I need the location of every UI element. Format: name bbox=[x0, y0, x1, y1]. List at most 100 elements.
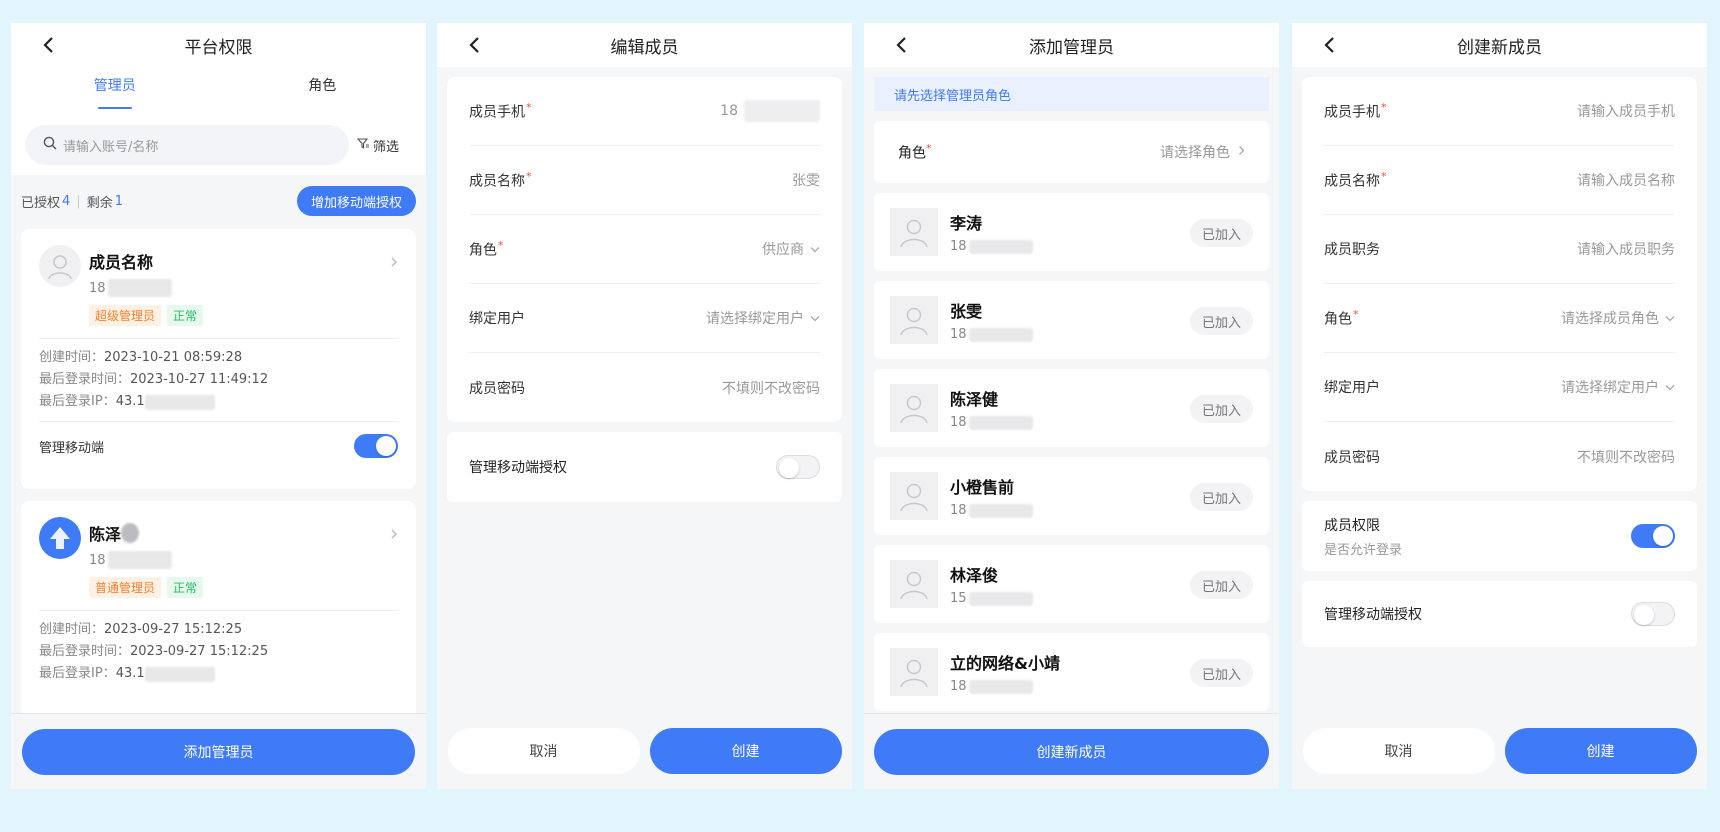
admin-card-header: 成员名称 18 超级管理员 正常 bbox=[39, 245, 398, 326]
required-mark: * bbox=[526, 169, 532, 183]
avatar bbox=[890, 384, 938, 432]
back-arrow-icon[interactable] bbox=[465, 35, 485, 55]
selected-role: 供应商 bbox=[762, 242, 804, 258]
mobile-auth-switch[interactable] bbox=[1631, 602, 1675, 626]
member-list-item[interactable]: 李涛 18 已加入 bbox=[874, 193, 1269, 271]
created-time: 2023-09-27 15:12:25 bbox=[104, 622, 243, 637]
member-name: 成员名称 bbox=[89, 253, 154, 272]
last-login-time: 2023-10-27 11:49:12 bbox=[130, 372, 269, 387]
add-admin-screen: 添加管理员 请先选择管理员角色 角色* 请选择角色 李涛 18 已加入 张雯 18 已加入… bbox=[864, 23, 1279, 789]
page-title: 创建新成员 bbox=[1457, 37, 1542, 58]
create-new-member-button[interactable]: 创建新成员 bbox=[874, 728, 1269, 775]
member-name: 小橙售前 bbox=[950, 478, 1015, 497]
member-list-item[interactable]: 立的网络&小靖 18 已加入 bbox=[874, 633, 1269, 711]
member-list-item[interactable]: 小橙售前 18 已加入 bbox=[874, 457, 1269, 535]
ip-label: 最后登录IP： bbox=[39, 666, 116, 681]
tab-roles[interactable]: 角色 bbox=[219, 67, 427, 115]
field-label: 成员名称* bbox=[469, 170, 532, 191]
field-label: 成员密码 bbox=[469, 380, 525, 397]
bottom-bar: 创建新成员 bbox=[864, 713, 1279, 789]
password-field[interactable]: 成员密码 不填则不改密码 bbox=[469, 353, 820, 422]
create-button[interactable]: 创建 bbox=[1504, 728, 1697, 774]
tab-admins[interactable]: 管理员 bbox=[11, 67, 219, 115]
phone-field[interactable]: 成员手机* 18 bbox=[469, 77, 820, 146]
cancel-button[interactable]: 取消 bbox=[447, 728, 640, 774]
masked-phone bbox=[968, 679, 1033, 694]
job-title-field[interactable]: 成员职务 请输入成员职务 bbox=[1324, 215, 1675, 284]
authorization-stats: 已授权 4 | 剩余 1 增加移动端授权 bbox=[11, 175, 426, 227]
mobile-auth-label: 管理移动端授权 bbox=[1324, 607, 1422, 623]
password-field[interactable]: 成员密码 不填则不改密码 bbox=[1324, 422, 1675, 491]
member-list-item[interactable]: 林泽俊 15 已加入 bbox=[874, 545, 1269, 623]
created-label: 创建时间： bbox=[39, 350, 105, 365]
role-select[interactable]: 角色* 请选择成员角色 bbox=[1324, 284, 1675, 353]
member-phone: 18 bbox=[950, 503, 1033, 518]
mobile-auth-row: 管理移动端授权 bbox=[1302, 581, 1697, 647]
stat-separator: | bbox=[76, 193, 81, 209]
add-admin-button[interactable]: 添加管理员 bbox=[22, 728, 415, 775]
chevron-right-icon bbox=[390, 525, 398, 544]
role-select[interactable]: 角色* 请选择角色 bbox=[874, 121, 1269, 183]
admin-card[interactable]: 成员名称 18 超级管理员 正常 创建时间： 2023-10-21 08:59:2… bbox=[21, 229, 416, 489]
avatar bbox=[39, 245, 81, 287]
login-permission-switch[interactable] bbox=[1631, 524, 1675, 548]
authorized-label: 已授权 bbox=[21, 195, 61, 211]
filter-label: 筛选 bbox=[373, 139, 400, 155]
mobile-auth-switch[interactable] bbox=[776, 455, 820, 479]
member-phone-prefix: 18 bbox=[950, 679, 967, 694]
search-input[interactable]: 请输入账号/名称 bbox=[25, 125, 349, 165]
field-placeholder: 请输入成员职务 bbox=[1577, 242, 1675, 258]
role-placeholder: 请选择成员角色 bbox=[1561, 311, 1659, 327]
field-label: 成员手机* bbox=[1324, 101, 1387, 122]
back-arrow-icon[interactable] bbox=[1320, 35, 1340, 55]
back-arrow-icon[interactable] bbox=[39, 35, 59, 55]
role-notice: 请先选择管理员角色 bbox=[874, 77, 1269, 111]
avatar bbox=[39, 517, 81, 559]
member-permission-row: 成员权限 是否允许登录 bbox=[1302, 501, 1697, 571]
search-icon bbox=[43, 136, 63, 154]
nav-bar: 创建新成员 bbox=[1292, 23, 1707, 67]
field-label-text: 成员名称 bbox=[469, 173, 525, 190]
add-mobile-auth-button[interactable]: 增加移动端授权 bbox=[296, 186, 416, 216]
required-mark: * bbox=[1353, 307, 1359, 321]
admin-card-meta: 创建时间： 2023-09-27 15:12:25 最后登录时间： 2023-09-… bbox=[39, 611, 398, 685]
create-member-form: 成员手机* 请输入成员手机 成员名称* 请输入成员名称 成员职务 请输入成员职务… bbox=[1302, 77, 1697, 491]
last-login-ip: 43.1 bbox=[115, 394, 145, 409]
phone-field[interactable]: 成员手机* 请输入成员手机 bbox=[1324, 77, 1675, 146]
member-list-item[interactable]: 陈泽健 18 已加入 bbox=[874, 369, 1269, 447]
bind-user-select[interactable]: 绑定用户 请选择绑定用户 bbox=[469, 284, 820, 353]
member-phone: 18 bbox=[89, 279, 203, 297]
cancel-button[interactable]: 取消 bbox=[1302, 728, 1495, 774]
member-phone-prefix: 18 bbox=[950, 327, 967, 342]
field-label-text: 角色 bbox=[1324, 311, 1352, 328]
bind-user-placeholder: 请选择绑定用户 bbox=[1561, 380, 1659, 396]
required-mark: * bbox=[498, 238, 504, 252]
member-name: 李涛 bbox=[950, 214, 983, 233]
name-field[interactable]: 成员名称* 请输入成员名称 bbox=[1324, 146, 1675, 215]
authorized-count: 4 bbox=[62, 193, 71, 209]
bottom-bar: 取消 创建 bbox=[437, 713, 852, 789]
mobile-manage-switch[interactable] bbox=[354, 434, 398, 458]
member-name: 立的网络&小靖 bbox=[950, 654, 1060, 673]
member-phone-prefix: 18 bbox=[950, 503, 967, 518]
create-button[interactable]: 创建 bbox=[649, 728, 842, 774]
back-arrow-icon[interactable] bbox=[892, 35, 912, 55]
member-name: 陈泽 bbox=[89, 521, 203, 545]
joined-badge: 已加入 bbox=[1189, 483, 1253, 511]
created-time: 2023-10-21 08:59:28 bbox=[104, 350, 243, 365]
joined-badge: 已加入 bbox=[1189, 659, 1253, 687]
name-field[interactable]: 成员名称* 张雯 bbox=[469, 146, 820, 215]
platform-permission-screen: 平台权限 管理员 角色 请输入账号/名称 筛选 已授权 4 | 剩余 1 增加移… bbox=[11, 23, 426, 789]
avatar bbox=[890, 296, 938, 344]
field-label: 角色* bbox=[1324, 308, 1359, 329]
field-value: 18 bbox=[720, 100, 820, 122]
member-list-item[interactable]: 张雯 18 已加入 bbox=[874, 281, 1269, 359]
role-select[interactable]: 角色* 供应商 bbox=[469, 215, 820, 284]
avatar bbox=[890, 560, 938, 608]
field-label: 成员名称* bbox=[1324, 170, 1387, 191]
filter-button[interactable]: 筛选 bbox=[356, 136, 400, 155]
field-label: 成员手机* bbox=[469, 101, 532, 122]
required-mark: * bbox=[926, 141, 932, 155]
member-name-text: 陈泽 bbox=[89, 525, 122, 544]
bind-user-select[interactable]: 绑定用户 请选择绑定用户 bbox=[1324, 353, 1675, 422]
